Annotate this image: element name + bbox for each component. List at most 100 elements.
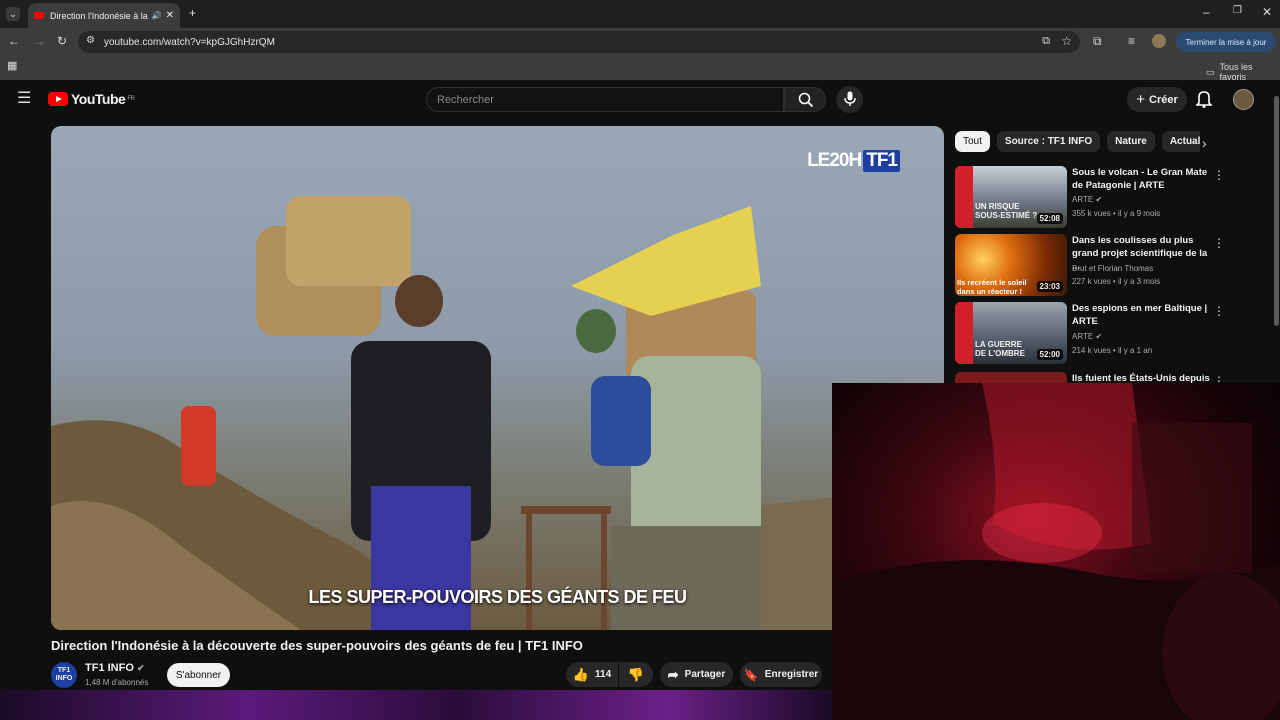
search-button[interactable] — [784, 87, 826, 112]
media-controls-icon[interactable]: ≡ — [1128, 35, 1135, 47]
all-bookmarks[interactable]: ▭ Tous les favoris — [1206, 62, 1280, 82]
more-options-icon[interactable]: ⋮ — [1213, 304, 1225, 318]
dislike-button[interactable]: 👎 — [619, 662, 653, 687]
recommendation-thumbnail[interactable]: UN RISQUE SOUS-ESTIMÉ ? 52:08 — [955, 166, 1067, 228]
install-app-icon[interactable]: ⧉ — [1042, 36, 1050, 47]
window-close-icon[interactable]: ✕ — [1262, 6, 1272, 18]
maximize-icon[interactable]: ❐ — [1233, 6, 1242, 16]
reload-icon[interactable]: ↻ — [57, 35, 67, 47]
tab-title: Direction l'Indonésie à la dé — [50, 10, 148, 21]
recommendation-item[interactable]: UN RISQUE SOUS-ESTIMÉ ? 52:08 Sous le vo… — [955, 166, 1275, 228]
stream-background-strip — [0, 690, 832, 720]
region-code: FR — [127, 96, 135, 102]
minimize-icon[interactable]: – — [1203, 6, 1210, 18]
tab-search-icon[interactable]: ⌄ — [6, 7, 20, 21]
share-button[interactable]: ➦ Partager — [660, 662, 733, 687]
recommendation-channel-name: ARTE — [1072, 195, 1094, 204]
url-text: youtube.com/watch?v=kpGJGhHzrQM — [104, 36, 275, 48]
more-options-icon[interactable]: ⋮ — [1213, 236, 1225, 250]
save-label: Enregistrer — [764, 669, 819, 680]
share-label: Partager — [684, 669, 726, 680]
thumbs-down-icon: 👎 — [627, 666, 645, 682]
subscribe-button[interactable]: S'abonner — [167, 663, 230, 687]
browser-tab-bar: ⌄ Direction l'Indonésie à la dé 🔊 ✕ + – … — [0, 0, 1280, 28]
voice-search-button[interactable] — [836, 86, 863, 113]
subscriber-count: 1,48 M d'abonnés — [85, 678, 149, 687]
hamburger-menu-icon[interactable]: ☰ — [17, 91, 31, 107]
profile-avatar[interactable] — [1152, 34, 1166, 48]
recommendation-thumbnail[interactable]: Ils recréent le soleil dans un réacteur … — [955, 234, 1067, 296]
all-bookmarks-label: Tous les favoris — [1219, 62, 1253, 82]
folder-icon: ▭ — [1206, 66, 1215, 77]
recommendation-thumbnail[interactable]: LA GUERRE DE L'OMBRE 52:00 — [955, 302, 1067, 364]
video-title: Direction l'Indonésie à la découverte de… — [51, 638, 583, 653]
video-frame-illustration — [51, 196, 944, 630]
recommendation-meta: 214 k vues • il y a 1 an — [1072, 346, 1153, 355]
arte-logo — [955, 302, 973, 364]
microphone-icon — [844, 91, 856, 106]
video-duration: 23:03 — [1036, 281, 1063, 292]
recommendation-title[interactable]: Sous le volcan - Le Gran Mate de Patagon… — [1072, 166, 1212, 192]
youtube-favicon-icon — [34, 12, 44, 19]
site-info-icon[interactable]: ⚙ — [86, 36, 95, 46]
page-scrollbar[interactable] — [1274, 96, 1279, 326]
extensions-icon[interactable]: ⧉ — [1093, 35, 1102, 47]
share-icon: ➦ — [667, 666, 679, 682]
bookmark-star-icon[interactable]: ☆ — [1061, 35, 1072, 47]
verified-icon: ✔ — [1095, 332, 1103, 341]
like-count: 114 — [595, 669, 612, 680]
channel-name-label: TF1 INFO — [85, 662, 134, 674]
recommendation-channel: Brut et Florian Thomas — [1072, 264, 1154, 273]
recommendation-title[interactable]: Des espions en mer Baltique | ARTE — [1072, 302, 1212, 328]
thumbnail-text: Ils recréent le soleil dans un réacteur … — [957, 278, 1027, 296]
youtube-logo[interactable]: YouTube FR — [48, 91, 135, 107]
chips-next-icon[interactable]: › — [1202, 136, 1207, 150]
recommendation-meta: 227 k vues • il y a 3 mois — [1072, 277, 1161, 286]
video-caption: LES SUPER-POUVOIRS DES GÉANTS DE FEU — [308, 587, 687, 607]
youtube-logo-text: YouTube — [71, 91, 126, 107]
webcam-scene-illustration — [832, 383, 1280, 720]
search-input[interactable]: Rechercher — [426, 87, 784, 112]
video-duration: 52:08 — [1036, 213, 1063, 224]
recommendation-item[interactable]: LA GUERRE DE L'OMBRE 52:00 Des espions e… — [955, 302, 1275, 364]
forward-icon[interactable]: → — [33, 35, 45, 47]
tab-close-icon[interactable]: ✕ — [166, 10, 174, 21]
channel-name[interactable]: TF1 INFO ✔ — [85, 662, 145, 674]
like-button[interactable]: 👍 114 — [566, 662, 618, 687]
save-icon: 🔖 — [743, 667, 759, 682]
new-tab-icon[interactable]: + — [189, 7, 196, 19]
tab-active[interactable]: Direction l'Indonésie à la dé 🔊 ✕ — [28, 3, 180, 28]
channel-avatar[interactable]: TF1 INFO — [51, 662, 77, 688]
arte-logo — [955, 166, 973, 228]
update-button[interactable]: Terminer la mise à jour — [1176, 32, 1276, 52]
recommendation-item[interactable]: Ils recréent le soleil dans un réacteur … — [955, 234, 1275, 296]
broadcast-watermark: LE20H TF1 — [807, 150, 900, 172]
notifications-button[interactable] — [1195, 90, 1213, 113]
recommendation-meta: 355 k vues • il y a 9 mois — [1072, 209, 1161, 218]
webcam-overlay — [832, 383, 1280, 720]
bookmarks-bar: ▦ ▭ Tous les favoris — [0, 56, 1280, 82]
chip-nature[interactable]: Nature — [1107, 131, 1155, 152]
video-player[interactable]: LE20H TF1 LES SUPER-POUVOIRS DES GÉANTS … — [51, 126, 944, 630]
verified-icon: ✔ — [136, 663, 145, 673]
filter-chips: Tout Source : TF1 INFO Nature Actualité — [955, 131, 1200, 152]
account-avatar[interactable] — [1233, 89, 1254, 110]
chip-tout[interactable]: Tout — [955, 131, 990, 152]
save-button[interactable]: 🔖 Enregistrer — [740, 662, 822, 687]
create-label: Créer — [1149, 93, 1178, 106]
audio-icon: 🔊 — [151, 11, 162, 20]
address-bar[interactable]: ⚙ youtube.com/watch?v=kpGJGhHzrQM ⧉ ☆ — [78, 31, 1080, 53]
bell-icon — [1195, 91, 1213, 108]
more-options-icon[interactable]: ⋮ — [1213, 168, 1225, 182]
recommendation-channel: ARTE ✔ — [1072, 332, 1102, 341]
youtube-play-icon — [48, 92, 68, 106]
chip-source[interactable]: Source : TF1 INFO — [996, 131, 1101, 152]
search-icon — [798, 92, 814, 108]
create-button[interactable]: + Créer — [1127, 87, 1187, 112]
thumbs-up-icon: 👍 — [572, 666, 590, 682]
chip-actualite[interactable]: Actualité — [1161, 131, 1200, 152]
back-icon[interactable]: ← — [8, 35, 20, 47]
verified-icon: ✔ — [1095, 195, 1103, 204]
apps-icon[interactable]: ▦ — [7, 61, 17, 72]
watermark-channel: TF1 — [863, 150, 900, 172]
